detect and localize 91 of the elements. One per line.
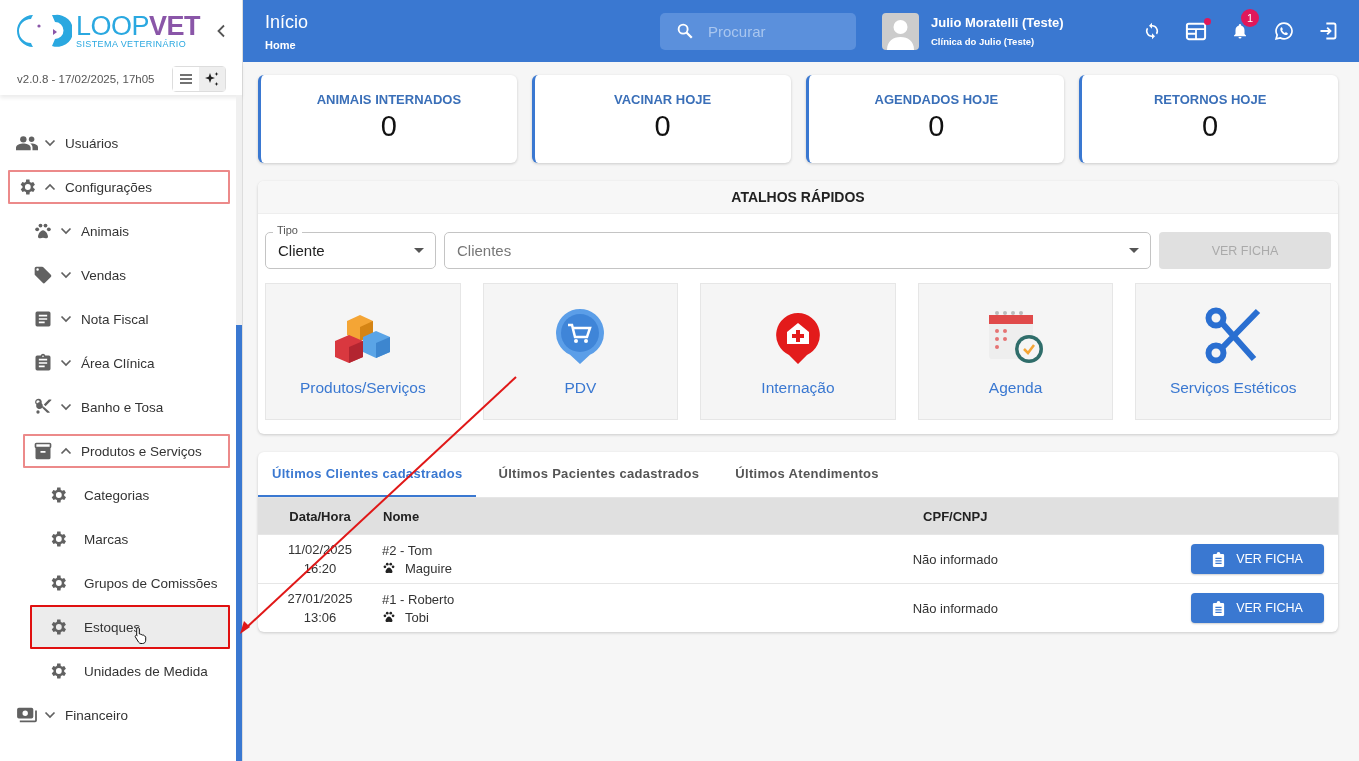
field-label: Tipo: [273, 224, 302, 236]
document-cell: Não informado: [912, 551, 998, 567]
menu-icon: [179, 72, 193, 85]
view-record-button[interactable]: VER FICHA: [1191, 593, 1324, 623]
stat-value: 0: [380, 110, 397, 143]
chevron-down-icon: [44, 137, 56, 149]
stat-label: RETORNOS HOJE: [1153, 92, 1267, 107]
chevron-up-icon: [44, 181, 56, 193]
sidebar-item[interactable]: Estoques: [30, 605, 230, 649]
logout-icon[interactable]: [1318, 21, 1338, 41]
sidebar-item[interactable]: Animais: [23, 214, 230, 248]
stat-value: 0: [1202, 110, 1219, 143]
logo-icon: [16, 14, 72, 48]
dropdown-arrow-icon: [1129, 248, 1139, 253]
sidebar-item[interactable]: Unidades de Medida: [30, 654, 230, 688]
calendar-clock-icon: [986, 309, 1045, 365]
version-text: v2.0.8 - 17/02/2025, 17h05: [17, 72, 155, 85]
search-icon: [676, 22, 694, 40]
chevron-down-icon: [60, 313, 72, 325]
chevron-down-icon: [60, 401, 72, 413]
shopping-cart-pin-icon: [554, 307, 607, 365]
pet-name: Maguire: [405, 560, 452, 576]
notification-dot: [1204, 18, 1211, 25]
people-icon: [16, 135, 38, 151]
sidebar-item[interactable]: Nota Fiscal: [23, 302, 230, 336]
document-icon: [33, 309, 53, 329]
stat-value: 0: [928, 110, 945, 143]
page-title: Início: [265, 11, 310, 33]
chevron-down-icon: [60, 225, 72, 237]
chevron-down-icon: [60, 269, 72, 281]
stat-label: VACINAR HOJE: [614, 92, 712, 107]
document-cell: Não informado: [912, 600, 998, 616]
shortcut-tile[interactable]: Produtos/Serviços: [265, 283, 461, 420]
paw-icon: [382, 610, 396, 624]
sidebar-item[interactable]: Usuários: [8, 126, 230, 160]
cash-icon: [16, 706, 38, 724]
sidebar-item[interactable]: Vendas: [23, 258, 230, 292]
clinic-name: Clínica do Julio (Teste): [931, 36, 1036, 47]
scissors-icon: [1204, 307, 1263, 365]
sidebar-item[interactable]: Grupos de Comissões: [30, 566, 230, 600]
breadcrumb-link[interactable]: Home: [265, 38, 660, 51]
sidebar-item[interactable]: Área Clínica: [23, 346, 230, 380]
sparkle-icon: [204, 70, 220, 87]
stat-label: ANIMAIS INTERNADOS: [316, 92, 462, 107]
shortcut-tile[interactable]: Serviços Estéticos: [1135, 283, 1331, 420]
clipboard-icon: [1212, 600, 1226, 616]
view-record-button[interactable]: VER FICHA: [1191, 544, 1324, 574]
column-header: Nome: [383, 508, 420, 524]
collapse-icon[interactable]: [216, 24, 226, 38]
column-header: Data/Hora: [289, 508, 351, 524]
logo-wordmark: LOOPVET: [76, 13, 201, 39]
sidebar-item[interactable]: Financeiro: [8, 698, 230, 732]
clipboard-icon: [1212, 551, 1226, 567]
client-select[interactable]: Clientes: [444, 232, 1151, 269]
sidebar-item[interactable]: Banho e Tosa: [23, 390, 230, 424]
shortcut-tile[interactable]: PDV: [482, 283, 679, 420]
dropdown-arrow-icon: [414, 248, 424, 253]
shortcut-tile[interactable]: Agenda: [917, 283, 1114, 420]
client-name: #1 - Roberto: [382, 591, 456, 607]
client-name: #2 - Tom: [382, 542, 434, 558]
bell-icon[interactable]: [1231, 21, 1249, 41]
tag-icon: [33, 265, 53, 285]
chevron-up-icon: [60, 445, 72, 457]
paw-icon: [382, 561, 396, 575]
sidebar-item[interactable]: Configurações: [8, 170, 230, 204]
logo-tagline: SISTEMA VETERINÁRIO: [76, 39, 188, 49]
cubes-icon: [333, 313, 392, 365]
sidebar-item[interactable]: Produtos e Serviços: [23, 434, 230, 468]
sidebar-item[interactable]: Marcas: [30, 522, 230, 556]
chat-bubble-icon[interactable]: [1274, 21, 1294, 41]
notification-count: 1: [1241, 9, 1259, 27]
tab[interactable]: Últimos Pacientes cadastrados: [484, 452, 714, 497]
sparkle-button[interactable]: [199, 66, 225, 91]
column-header: CPF/CNPJ: [923, 508, 988, 524]
chevron-down-icon: [60, 357, 72, 369]
stat-label: AGENDADOS HOJE: [874, 92, 999, 107]
date-cell-text: 27/01/2025 13:06: [286, 591, 354, 625]
sidebar-item[interactable]: Categorias: [30, 478, 230, 512]
hospital-pin-icon: [774, 311, 822, 365]
refresh-icon[interactable]: [1143, 21, 1161, 41]
archive-icon: [33, 441, 53, 461]
user-name: Julio Moratelli (Teste): [931, 15, 1064, 30]
clipboard-icon: [33, 353, 53, 373]
layout-icon[interactable]: [1185, 21, 1207, 41]
stat-value: 0: [654, 110, 671, 143]
shortcut-tile[interactable]: Internação: [700, 283, 896, 420]
tab[interactable]: Últimos Atendimentos: [721, 452, 893, 497]
shortcuts-title: ATALHOS RÁPIDOS: [258, 181, 1338, 214]
chevron-down-icon: [44, 709, 56, 721]
paw-icon: [33, 221, 53, 241]
pet-name: Tobi: [405, 609, 429, 625]
